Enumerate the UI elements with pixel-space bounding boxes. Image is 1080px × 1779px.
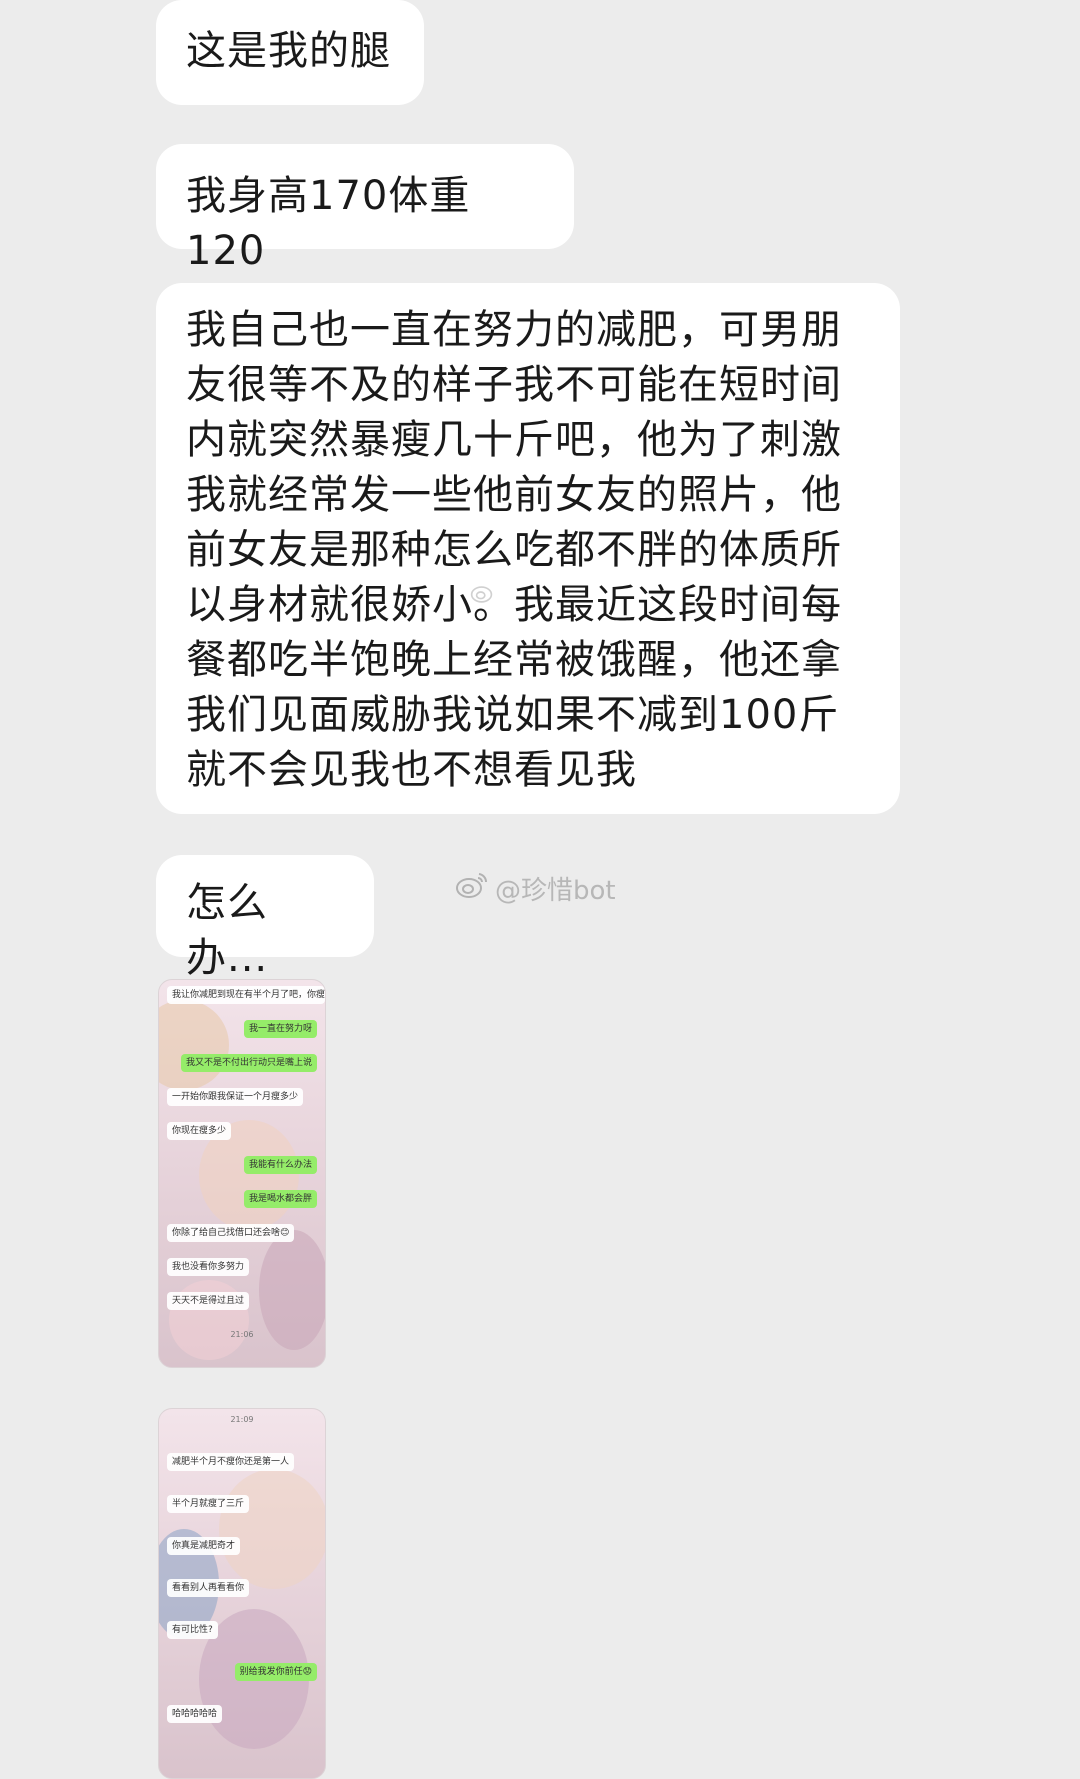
message-line: 内就突然暴瘦几十斤吧，他为了刺激 xyxy=(186,417,842,463)
weibo-icon xyxy=(455,871,495,906)
watermark xyxy=(470,580,504,610)
mini-timestamp: 21:06 xyxy=(230,1330,254,1339)
message-line: 我就经常发一些他前女友的照片，他 xyxy=(186,472,842,518)
mini-message: 我一直在努力呀 xyxy=(243,1020,317,1038)
message-line: 以身材就很娇小。我最近这段时间每 xyxy=(186,582,842,628)
message-bubble[interactable]: 我身高170体重120 xyxy=(156,144,574,274)
chat-area[interactable]: 这是我的腿 我身高170体重120 我自己也一直在努力的减肥，可男朋 友很等不及… xyxy=(0,0,1080,1779)
message-line: 友很等不及的样子我不可能在短时间 xyxy=(186,362,842,408)
mini-message: 一开始你跟我保证一个月瘦多少 xyxy=(167,1088,304,1106)
mini-message: 哈哈哈哈哈 xyxy=(167,1705,223,1723)
watermark: @珍惜bot xyxy=(455,870,616,907)
message-line: 前女友是那种怎么吃都不胖的体质所 xyxy=(186,527,842,573)
photo-background xyxy=(159,1000,229,1090)
mini-timestamp: 21:09 xyxy=(230,1415,254,1424)
mini-message: 我是喝水都会胖 xyxy=(243,1190,317,1208)
mini-message: 你现在瘦多少 xyxy=(167,1122,232,1140)
photo-background xyxy=(219,1469,325,1589)
message-bubble[interactable]: 怎么办... xyxy=(156,855,374,981)
mini-message: 别给我发你前任😟 xyxy=(234,1663,317,1681)
mini-message: 我能有什么办法 xyxy=(243,1156,317,1174)
message-line: 我自己也一直在努力的减肥，可男朋 xyxy=(186,307,842,353)
watermark-text: @珍惜bot xyxy=(495,876,616,906)
message-bubble[interactable]: 我自己也一直在努力的减肥，可男朋 友很等不及的样子我不可能在短时间 内就突然暴瘦… xyxy=(156,283,900,814)
message-text: 这是我的腿 xyxy=(186,28,391,74)
message-text: 怎么办... xyxy=(186,880,269,981)
mini-message: 我又不是不付出行动只是嘴上说 xyxy=(180,1054,317,1072)
mini-message: 减肥半个月不瘦你还是第一人 xyxy=(167,1453,295,1471)
mini-message: 你真是减肥奇才 xyxy=(167,1537,241,1555)
weibo-icon xyxy=(470,580,504,610)
message-line: 我们见面威胁我说如果不减到100斤 xyxy=(186,692,840,738)
image-message[interactable]: 21:09 减肥半个月不瘦你还是第一人 半个月就瘦了三斤 你真是减肥奇才 看看别人再看看… xyxy=(158,1408,326,1779)
message-text: 我身高170体重120 xyxy=(186,173,471,274)
message-line: 餐都吃半饱晚上经常被饿醒，他还拿 xyxy=(186,637,842,683)
mini-message: 有可比性? xyxy=(167,1621,218,1639)
image-message[interactable]: 我让你减肥到现在有半个月了吧，你瘦多少? 我一直在努力呀我又不是不付出行动只是嘴上… xyxy=(158,979,326,1368)
photo-background xyxy=(259,1230,325,1350)
message-line: 就不会见我也不想看见我 xyxy=(186,747,637,793)
mini-message: 半个月就瘦了三斤 xyxy=(167,1495,250,1513)
mini-message: 看看别人再看看你 xyxy=(167,1579,250,1597)
mini-message: 天天不是得过且过 xyxy=(167,1292,250,1310)
mini-message: 我让你减肥到现在有半个月了吧，你瘦多少? xyxy=(167,986,325,1004)
mini-message: 你除了给自己找借口还会啥😊 xyxy=(167,1224,295,1242)
mini-message: 我也没看你多努力 xyxy=(167,1258,250,1276)
message-bubble[interactable]: 这是我的腿 xyxy=(156,0,424,105)
